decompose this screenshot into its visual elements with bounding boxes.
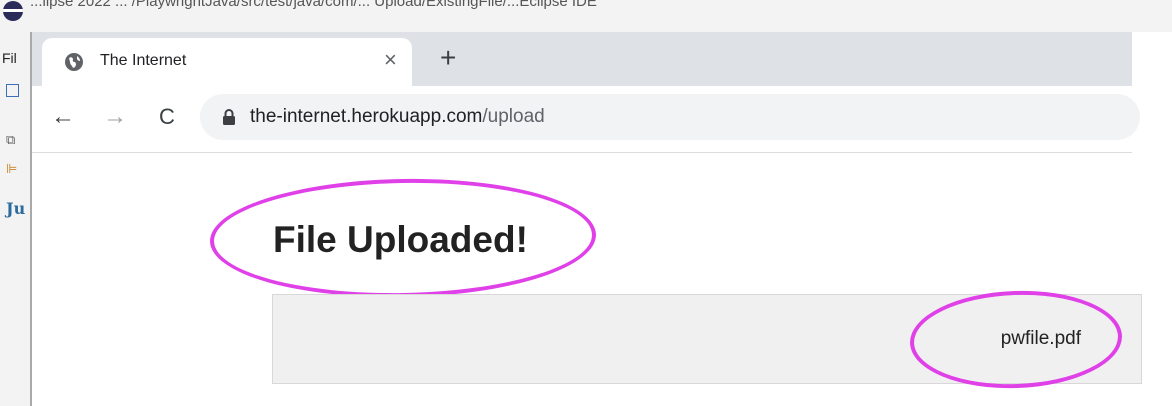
ide-junit-icon[interactable]: Ju: [6, 201, 25, 217]
ide-window-icon[interactable]: [6, 84, 19, 97]
address-bar[interactable]: the-internet.herokuapp.com/upload: [200, 94, 1140, 140]
close-icon[interactable]: ×: [384, 48, 397, 72]
forward-arrow-icon[interactable]: →: [100, 102, 130, 132]
ide-hierarchy-icon[interactable]: ⊫: [6, 162, 20, 176]
tab-title: The Internet: [100, 52, 187, 69]
plus-icon[interactable]: +: [440, 42, 456, 74]
url-text[interactable]: the-internet.herokuapp.com/upload: [250, 106, 545, 128]
ide-title-bar: ...lipse 2022 ... /PlaywrightJava/src/te…: [0, 0, 1172, 32]
url-host: the-internet.herokuapp.com: [250, 106, 483, 127]
tab-strip: The Internet × +: [32, 32, 1132, 86]
tab-the-internet[interactable]: The Internet ×: [42, 38, 412, 86]
ide-file-menu[interactable]: Fil: [2, 50, 17, 66]
browser-window: The Internet × + ← → C the-internet.hero…: [32, 32, 1172, 406]
reload-icon[interactable]: C: [152, 102, 182, 132]
eclipse-logo-icon: [3, 1, 23, 21]
annotation-ellipse-heading: [208, 175, 598, 301]
lock-icon[interactable]: [222, 109, 236, 125]
ide-restore-icon[interactable]: ⧉: [6, 133, 20, 147]
globe-icon: [65, 53, 83, 71]
page-content: File Uploaded! pwfile.pdf: [32, 153, 1142, 406]
url-path: /upload: [482, 106, 545, 127]
ide-window-title: ...lipse 2022 ... /PlaywrightJava/src/te…: [30, 0, 597, 10]
back-arrow-icon[interactable]: ←: [48, 102, 78, 132]
browser-toolbar: ← → C the-internet.herokuapp.com/upload: [32, 86, 1140, 153]
ide-side-toolbar: Fil ⧉ ⊫ Ju: [0, 32, 32, 406]
